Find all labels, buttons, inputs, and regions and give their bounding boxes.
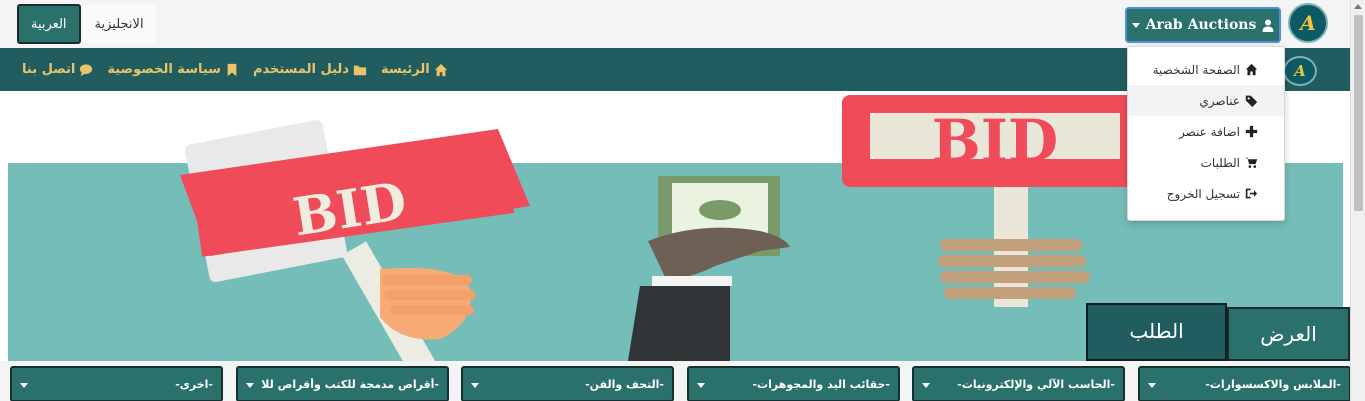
tab-offer[interactable]: العرض [1227, 307, 1350, 361]
chevron-down-icon [246, 382, 254, 388]
nav-home-label: الرئيسة [380, 62, 430, 77]
scrollbar-thumb[interactable] [1354, 15, 1363, 211]
sign-out-icon [1245, 188, 1258, 199]
chevron-down-icon [20, 382, 28, 388]
arab-auctions-logo[interactable]: A [1288, 3, 1328, 43]
cart-icon [1245, 157, 1258, 168]
menu-profile-label: الصفحة الشخصية [1152, 62, 1240, 77]
menu-item-logout[interactable]: تسجيل الخروج [1128, 178, 1284, 209]
nav-logo-glyph: A [1294, 62, 1306, 80]
tab-request[interactable]: الطلب [1086, 303, 1227, 361]
nav-logo[interactable]: A [1283, 56, 1317, 86]
bookmark-icon [227, 63, 237, 76]
folder-icon [353, 65, 367, 75]
nav-privacy-link[interactable]: سياسة الخصوصية [107, 62, 239, 77]
category-art-dropdown[interactable]: -التحف والفن- [461, 366, 674, 401]
category-computers-dropdown[interactable]: -الحاسب الآلي والإلكترونيات- [912, 366, 1125, 401]
menu-item-add-item[interactable]: اضافة عنصر [1128, 116, 1284, 147]
menu-orders-label: الطلبات [1200, 155, 1240, 170]
right-sign-text: BID [932, 107, 1058, 175]
page: العربية الانجليزية Arab Auctions A الرئي… [0, 0, 1365, 401]
menu-item-my-items[interactable]: عناصري [1128, 85, 1284, 116]
category-other-dropdown[interactable]: -اخرى- [10, 366, 223, 401]
nav-user-guide-link[interactable]: دليل المستخدم [253, 62, 367, 77]
category-jewelry-dropdown[interactable]: -حقائب اليد والمجوهرات- [687, 366, 900, 401]
logo-glyph: A [1300, 11, 1316, 35]
category-computers-label: -الحاسب الآلي والإلكترونيات- [957, 377, 1115, 391]
category-clothing-dropdown[interactable]: -الملابس والاكسسوارات- [1138, 366, 1351, 401]
chevron-down-icon [697, 382, 705, 388]
nav-contact-label: اتصل بنا [22, 62, 76, 77]
lang-english-button[interactable]: الانجليزية [82, 4, 156, 44]
category-clothing-label: -الملابس والاكسسوارات- [1205, 377, 1341, 391]
chevron-down-icon [471, 382, 479, 388]
user-menu-button[interactable]: Arab Auctions [1125, 7, 1281, 43]
nav-links: الرئيسة دليل المستخدم سياسة الخصوصية اتص… [22, 48, 448, 91]
category-cds-dropdown[interactable]: -أقراص مدمجة للكتب وأقراص للا [236, 366, 449, 401]
nav-privacy-label: سياسة الخصوصية [107, 62, 221, 77]
user-menu-label: Arab Auctions [1145, 17, 1257, 33]
vertical-scrollbar[interactable] [1350, 0, 1365, 401]
comment-icon [80, 63, 93, 76]
category-cds-label: -أقراص مدمجة للكتب وأقراص للا [261, 377, 439, 391]
user-icon [1262, 19, 1274, 32]
menu-item-orders[interactable]: الطلبات [1128, 147, 1284, 178]
menu-logout-label: تسجيل الخروج [1166, 186, 1240, 201]
category-art-label: -التحف والفن- [585, 377, 664, 391]
nav-home-link[interactable]: الرئيسة [381, 62, 448, 77]
tags-icon [1245, 95, 1258, 107]
home-icon [434, 63, 447, 76]
top-bar: العربية الانجليزية Arab Auctions A [0, 0, 1350, 48]
category-bar: -الملابس والاكسسوارات- -الحاسب الآلي وال… [0, 361, 1351, 401]
language-switcher: العربية الانجليزية [17, 4, 156, 44]
scroll-up-arrow-icon[interactable] [1354, 4, 1362, 9]
home-icon [1245, 63, 1258, 76]
lang-arabic-button[interactable]: العربية [17, 4, 81, 44]
caret-down-icon [1131, 22, 1140, 28]
nav-user-guide-label: دليل المستخدم [252, 62, 349, 77]
menu-item-profile[interactable]: الصفحة الشخصية [1128, 54, 1284, 85]
category-other-label: -اخرى- [175, 377, 213, 391]
menu-add-item-label: اضافة عنصر [1179, 124, 1240, 139]
category-jewelry-label: -حقائب اليد والمجوهرات- [752, 377, 890, 391]
chevron-down-icon [1148, 382, 1156, 388]
nav-contact-link[interactable]: اتصل بنا [22, 62, 93, 77]
menu-my-items-label: عناصري [1199, 93, 1240, 108]
plus-icon [1245, 125, 1258, 138]
chevron-down-icon [922, 382, 930, 388]
user-dropdown-menu: الصفحة الشخصية عناصري اضافة عنصر الطلبات… [1127, 46, 1285, 221]
